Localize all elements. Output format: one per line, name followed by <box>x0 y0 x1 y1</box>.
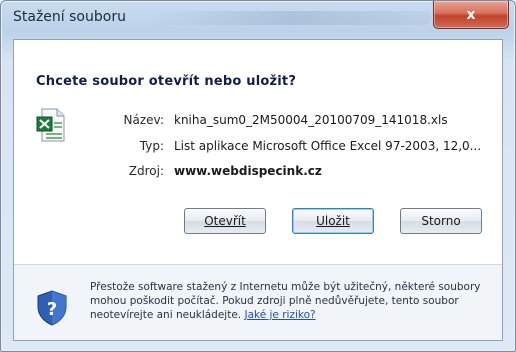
warning-text-block: Přestože software stažený z Internetu mů… <box>90 280 486 322</box>
dialog-content-panel: Chcete soubor otevřít nebo uložit? Název… <box>13 39 503 341</box>
name-label: Název: <box>123 113 165 127</box>
svg-text:?: ? <box>47 299 57 320</box>
risk-info-link[interactable]: Jaké je riziko? <box>244 309 315 321</box>
title-bar[interactable]: Stažení souboru x <box>1 1 515 37</box>
source-value: www.webdispecink.cz <box>174 164 322 178</box>
title-bar-background-blur <box>151 11 431 25</box>
cancel-button[interactable]: Storno <box>400 208 482 234</box>
type-value: List aplikace Microsoft Office Excel 97-… <box>174 139 482 153</box>
close-button[interactable]: x <box>433 1 509 29</box>
open-button[interactable]: Otevřít <box>184 208 266 234</box>
name-value: kniha_sum0_2M50004_20100709_141018.xls <box>174 113 448 127</box>
window-title: Stažení souboru <box>13 9 126 25</box>
download-dialog-window: Stažení souboru x Chcete soubor otevřít … <box>0 0 516 352</box>
dialog-heading: Chcete soubor otevřít nebo uložit? <box>36 74 297 89</box>
source-label: Zdroj: <box>128 164 164 178</box>
shield-question-icon: ? <box>37 290 67 326</box>
save-button[interactable]: Uložit <box>292 208 374 234</box>
type-label: Typ: <box>139 139 164 153</box>
